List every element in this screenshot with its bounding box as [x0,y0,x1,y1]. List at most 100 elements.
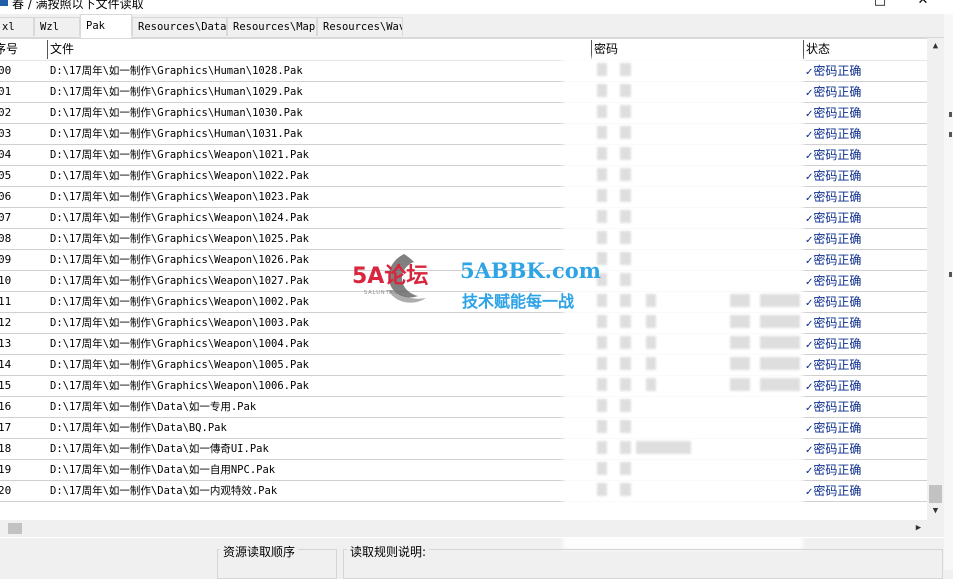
column-header-num[interactable]: 序号 [0,39,48,60]
horizontal-scroll-thumb[interactable] [8,523,22,534]
row-file-path: D:\17周年\如一制作\Data\如一自用NPC.Pak [50,464,276,476]
row-status: ✓密码正确 [805,460,925,480]
watermark-logo-text: 5A论坛 [352,264,429,289]
row-status: ✓密码正确 [805,439,925,459]
row-status: ✓密码正确 [805,397,925,417]
title-bar: 春 / 满按照以下文件读取 □ ✕ [0,0,953,14]
redaction-block [646,336,656,349]
tab-resources-map[interactable]: Resources\Map [227,17,317,36]
redaction-block [620,63,631,76]
watermark-site: 5ABBK.com [460,258,601,283]
row-status-text: 密码正确 [813,169,862,183]
tab-resources-data[interactable]: Resources\Data [132,17,227,36]
vertical-scroll-thumb[interactable] [929,485,942,503]
tab-wzl[interactable]: Wzl [34,17,80,36]
redaction-block [597,105,607,118]
read-rules-group [343,549,943,579]
maximize-icon[interactable]: □ [870,0,890,10]
redaction-block [597,357,607,370]
row-status: ✓密码正确 [805,418,925,438]
redaction-block [597,441,607,454]
row-status: ✓密码正确 [805,271,925,291]
redaction-block [620,210,631,223]
scroll-up-icon[interactable]: ▲ [927,38,944,55]
redaction-block [730,336,750,349]
redaction-block [760,294,800,307]
window-title: 春 / 满按照以下文件读取 [12,0,144,11]
row-status: ✓密码正确 [805,355,925,375]
redaction-block [620,231,631,244]
redaction-block [620,273,631,286]
redaction-block [597,483,607,496]
row-status-text: 密码正确 [813,148,862,162]
column-header-file[interactable]: 文件 [48,39,588,60]
tab-resources-wav[interactable]: Resources\Wav [317,17,403,36]
scroll-down-icon[interactable]: ▼ [927,503,944,520]
redaction-block [620,336,631,349]
row-status-text: 密码正确 [813,379,862,393]
row-status: ✓密码正确 [805,376,925,396]
row-number: 03 [0,127,12,140]
edge-mark [949,112,952,117]
row-file-path: D:\17周年\如一制作\Graphics\Weapon\1004.Pak [50,338,309,350]
redaction-block [620,357,631,370]
redaction-block [620,462,631,475]
redaction-block [730,378,750,391]
row-number: 10 [0,274,12,287]
row-status-text: 密码正确 [813,211,862,225]
row-status: ✓密码正确 [805,82,925,102]
scroll-right-icon[interactable]: ▶ [910,520,927,537]
row-file-path: D:\17周年\如一制作\Graphics\Human\1028.Pak [50,65,303,77]
redaction-block [646,294,656,307]
row-status-text: 密码正确 [813,337,862,351]
row-status-text: 密码正确 [813,442,862,456]
row-file-path: D:\17周年\如一制作\Graphics\Weapon\1022.Pak [50,170,309,182]
row-number: 00 [0,64,12,77]
redaction-block [620,84,631,97]
row-status-text: 密码正确 [813,316,862,330]
redaction-block [646,378,656,391]
row-number: 13 [0,337,12,350]
tab-pak[interactable]: Pak [80,14,132,38]
close-icon[interactable]: ✕ [913,0,933,10]
row-status: ✓密码正确 [805,334,925,354]
row-status: ✓密码正确 [805,61,925,81]
row-status-text: 密码正确 [813,253,862,267]
row-status-text: 密码正确 [813,358,862,372]
redaction-block [597,63,607,76]
redaction-block [597,378,607,391]
row-status: ✓密码正确 [805,124,925,144]
redaction-block [636,441,691,454]
column-header-status[interactable]: 状态 [804,39,924,60]
horizontal-scrollbar[interactable]: ▶ [0,520,927,537]
edge-mark [949,132,952,137]
row-file-path: D:\17周年\如一制作\Graphics\Weapon\1021.Pak [50,149,309,161]
redaction-block [620,378,631,391]
row-status-text: 密码正确 [813,484,862,498]
redaction-block [620,189,631,202]
redaction-block [597,420,607,433]
row-status-text: 密码正确 [813,64,862,78]
row-number: 19 [0,463,12,476]
row-number: 16 [0,400,12,413]
redaction-block [597,399,607,412]
row-status-text: 密码正确 [813,127,862,141]
vertical-scrollbar[interactable]: ▲ ▼ [927,38,944,520]
redaction-block [597,168,607,181]
redaction-block [730,294,750,307]
redaction-block [620,126,631,139]
row-file-path: D:\17周年\如一制作\Graphics\Weapon\1025.Pak [50,233,309,245]
row-status-text: 密码正确 [813,190,862,204]
redaction-block [760,378,800,391]
redaction-block [760,357,800,370]
tab-xl[interactable]: xl [0,17,34,36]
redaction-block [760,336,800,349]
row-status-text: 密码正确 [813,85,862,99]
redaction-block [597,336,607,349]
redaction-block [620,315,631,328]
app-icon [0,0,8,6]
watermark-logo-sub: SALUNTAN [364,290,399,296]
row-status: ✓密码正确 [805,187,925,207]
read-rules-label: 读取规则说明: [347,543,430,560]
row-status: ✓密码正确 [805,313,925,333]
